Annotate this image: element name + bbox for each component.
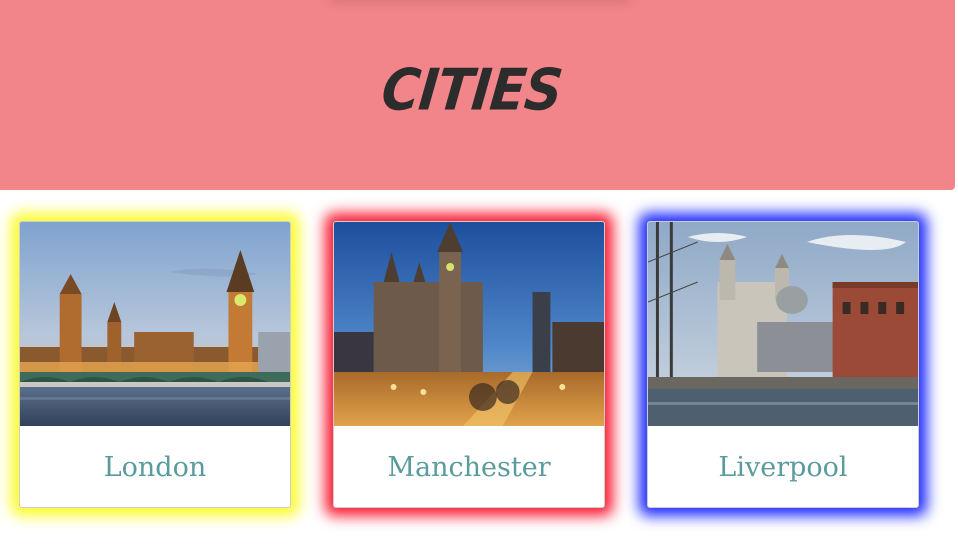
manchester-photo (334, 222, 604, 426)
city-card-london[interactable]: London (19, 221, 291, 508)
city-label: London (103, 451, 207, 483)
city-label: Manchester (387, 451, 551, 483)
london-photo (20, 222, 290, 426)
liverpool-photo (648, 222, 918, 426)
city-label: Liverpool (718, 451, 848, 483)
page-title: CITIES (378, 58, 565, 124)
city-card-manchester[interactable]: Manchester (333, 221, 605, 508)
city-card-liverpool[interactable]: Liverpool (647, 221, 919, 508)
header-banner: CITIES (0, 0, 955, 190)
